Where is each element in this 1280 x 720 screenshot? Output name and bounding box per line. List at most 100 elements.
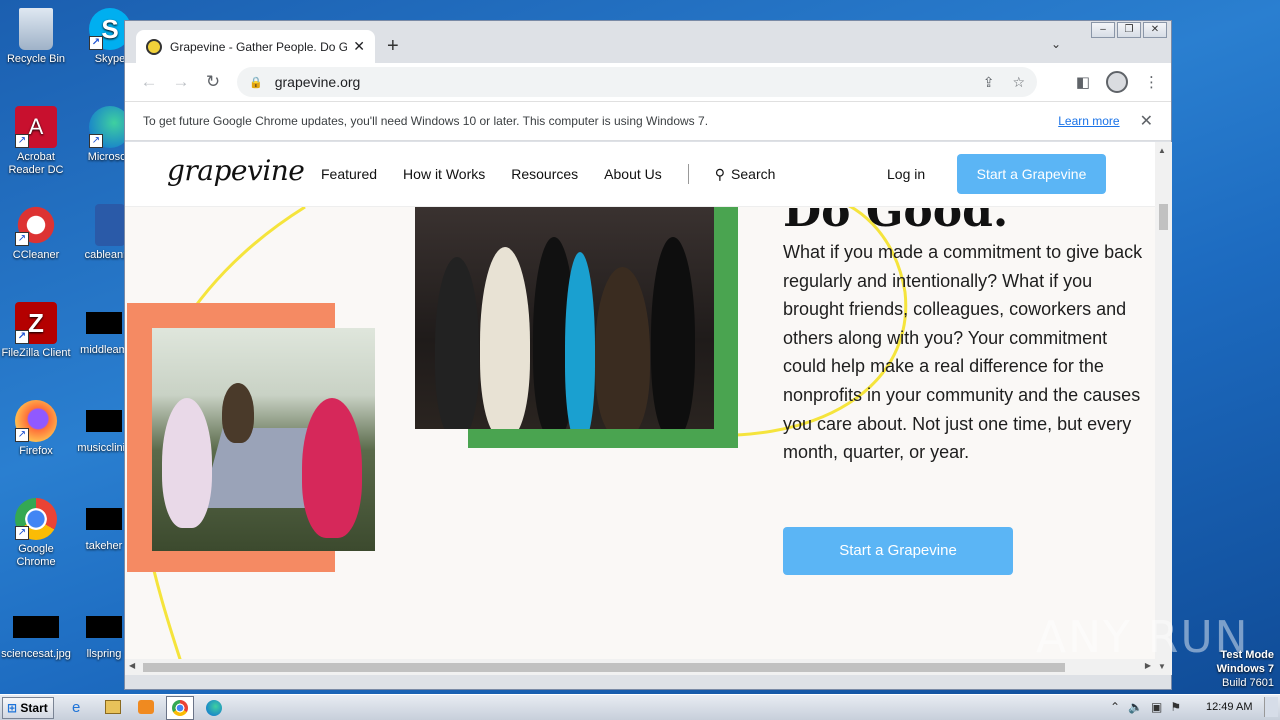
person-figure [302, 398, 362, 538]
page-viewport: grapevine Featured How it Works Resource… [125, 142, 1155, 675]
group-photo [415, 207, 714, 429]
desktop-icon-acrobat[interactable]: A ↗ Acrobat Reader DC [0, 106, 72, 177]
taskbar-ie-icon[interactable]: e [72, 699, 80, 716]
update-infobar: To get future Google Chrome updates, you… [125, 101, 1171, 141]
chrome-window: Grapevine - Gather People. Do Good ✕ + ⌄… [124, 20, 1172, 690]
start-grapevine-header-button[interactable]: Start a Grapevine [957, 154, 1106, 194]
windows-logo-icon: ⊞ [7, 701, 18, 715]
ccleaner-icon: ↗ [15, 204, 57, 246]
address-bar[interactable]: 🔒 grapevine.org ⇪ ☆ [237, 67, 1037, 97]
show-hidden-icons-icon[interactable]: ⌃ [1110, 700, 1128, 714]
lock-icon: 🔒 [249, 76, 263, 89]
taskbar-explorer-icon[interactable] [105, 700, 121, 714]
taskbar: ⊞ Start e ⌃🔈▣⚑ 12:49 AM [0, 694, 1280, 720]
tab-close-icon[interactable]: ✕ [353, 38, 365, 55]
desktop-icon-firefox[interactable]: ↗ Firefox [0, 400, 72, 458]
nav-resources[interactable]: Resources [511, 166, 578, 184]
url-text: grapevine.org [274, 74, 361, 90]
tab-grapevine[interactable]: Grapevine - Gather People. Do Good ✕ [136, 30, 375, 63]
person-figure [435, 257, 479, 429]
taskbar-media-player-icon[interactable] [138, 700, 154, 714]
clock[interactable]: 12:49 AM [1206, 701, 1252, 713]
shortcut-arrow-icon: ↗ [15, 134, 29, 148]
desktop-icon-sciencesat[interactable]: sciencesat.jpg [0, 596, 72, 661]
scroll-up-icon[interactable]: ▲ [1158, 146, 1166, 155]
close-window-button[interactable]: ✕ [1143, 22, 1167, 38]
desktop-icon-recycle-bin[interactable]: Recycle Bin [0, 8, 72, 66]
bookmark-star-icon[interactable]: ☆ [1012, 74, 1025, 91]
shortcut-arrow-icon: ↗ [15, 232, 29, 246]
taskbar-chrome-icon[interactable] [166, 696, 194, 720]
person-figure [651, 237, 695, 429]
nav-how-it-works[interactable]: How it Works [403, 166, 485, 184]
person-figure [162, 398, 212, 528]
desktop-icon-filezilla[interactable]: Z ↗ FileZilla Client [0, 302, 72, 360]
tab-strip: Grapevine - Gather People. Do Good ✕ + ⌄… [125, 21, 1171, 63]
file-thumbnail-icon [13, 616, 59, 638]
tray-area: ⌃🔈▣⚑ [1110, 700, 1189, 714]
network-icon[interactable]: ▣ [1151, 700, 1170, 714]
tab-search-chevron-icon[interactable]: ⌄ [1051, 37, 1061, 51]
menu-kebab-icon[interactable]: ⋮ [1144, 73, 1159, 91]
shortcut-arrow-icon: ↗ [89, 134, 103, 148]
acrobat-icon: A ↗ [15, 106, 57, 148]
scroll-down-icon[interactable]: ▼ [1158, 662, 1166, 671]
shortcut-arrow-icon: ↗ [15, 330, 29, 344]
start-button[interactable]: ⊞ Start [2, 697, 54, 719]
shortcut-arrow-icon: ↗ [15, 428, 29, 442]
vertical-scroll-thumb[interactable] [1159, 204, 1168, 230]
learn-more-link[interactable]: Learn more [1058, 114, 1119, 128]
person-figure [480, 247, 530, 429]
window-controls: – ❐ ✕ [1091, 22, 1167, 38]
nav-featured[interactable]: Featured [321, 166, 377, 184]
recycle-bin-icon [19, 8, 53, 50]
firefox-icon: ↗ [15, 400, 57, 442]
hero-body-text: What if you made a commitment to give ba… [783, 242, 1143, 463]
file-thumbnail-icon [86, 616, 122, 638]
search-icon: ⚲ [714, 166, 726, 182]
nav-about-us[interactable]: About Us [604, 166, 662, 184]
grapevine-favicon-icon [146, 38, 162, 55]
vertical-scrollbar[interactable]: ▲ ▼ [1155, 142, 1172, 675]
filezilla-icon: Z ↗ [15, 302, 57, 344]
horizontal-scrollbar[interactable]: ◀ ▶ [125, 659, 1155, 675]
login-link[interactable]: Log in [887, 166, 925, 182]
grapevine-logo[interactable]: grapevine [167, 154, 305, 187]
share-icon[interactable]: ⇪ [983, 74, 995, 91]
nav-search[interactable]: ⚲ Search [715, 166, 776, 184]
scroll-left-icon[interactable]: ◀ [129, 661, 135, 670]
infobar-message: To get future Google Chrome updates, you… [143, 114, 709, 128]
desktop-icon-chrome[interactable]: ↗ Google Chrome [0, 498, 72, 569]
start-grapevine-main-button[interactable]: Start a Grapevine [783, 527, 1013, 575]
person-figure [222, 383, 254, 443]
file-thumbnail-icon [86, 312, 122, 334]
chrome-icon: ↗ [15, 498, 57, 540]
action-center-flag-icon[interactable]: ⚑ [1170, 700, 1189, 714]
person-figure [595, 267, 650, 429]
dinner-party-photo [152, 328, 375, 551]
shortcut-arrow-icon: ↗ [89, 36, 103, 50]
word-doc-icon [95, 204, 125, 246]
file-thumbnail-icon [86, 508, 122, 530]
volume-icon[interactable]: 🔈 [1128, 700, 1151, 714]
shortcut-arrow-icon: ↗ [15, 526, 29, 540]
minimize-button[interactable]: – [1091, 22, 1115, 38]
desktop-icon-ccleaner[interactable]: ↗ CCleaner [0, 204, 72, 262]
new-tab-button[interactable]: + [387, 35, 399, 58]
profile-avatar-icon[interactable] [1106, 71, 1128, 93]
test-mode-label: Test Mode Windows 7 Build 7601 [1216, 649, 1274, 689]
horizontal-scroll-thumb[interactable] [143, 663, 1065, 672]
back-button[interactable]: ← [133, 72, 165, 92]
browser-toolbar: ← → ↻ 🔒 grapevine.org ⇪ ☆ ◧ ⋮ [125, 63, 1171, 101]
person-figure [565, 252, 595, 429]
forward-button[interactable]: → [165, 72, 197, 92]
main-nav: Featured How it Works Resources About Us… [321, 164, 776, 184]
side-panel-icon[interactable]: ◧ [1076, 73, 1090, 91]
reload-button[interactable]: ↻ [197, 72, 229, 92]
file-thumbnail-icon [86, 410, 122, 432]
maximize-button[interactable]: ❐ [1117, 22, 1141, 38]
show-desktop-button[interactable] [1264, 697, 1278, 717]
infobar-close-icon[interactable]: ✕ [1140, 111, 1153, 131]
taskbar-edge-icon[interactable] [206, 700, 222, 716]
site-header: grapevine Featured How it Works Resource… [125, 142, 1155, 207]
